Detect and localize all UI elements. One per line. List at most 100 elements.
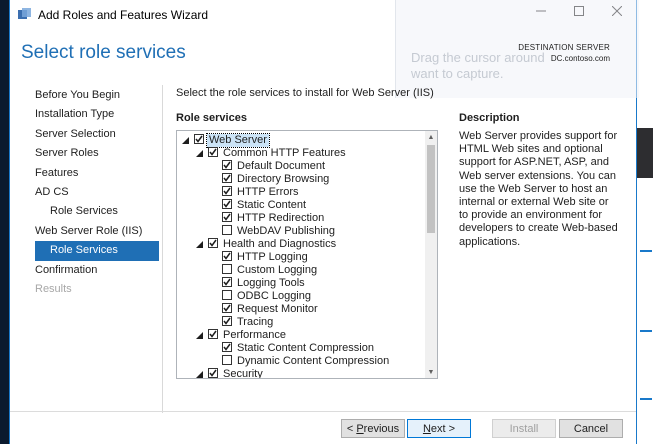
checkmark-icon: [223, 187, 231, 195]
tree-row[interactable]: HTTP Redirection: [177, 212, 425, 225]
tree-item-label: Directory Browsing: [237, 173, 330, 185]
checkmark-icon: [223, 252, 231, 260]
nav-item-role-services-active[interactable]: Role Services: [35, 241, 159, 261]
checkbox[interactable]: [208, 329, 218, 339]
scroll-thumb[interactable]: [427, 145, 435, 233]
nav-item-features[interactable]: Features: [35, 164, 159, 183]
expand-arrow-icon[interactable]: [196, 150, 203, 157]
nav-item-results: Results: [35, 282, 72, 295]
role-services-tree[interactable]: Web Server Common HTTP Features Default Do…: [176, 130, 438, 379]
checkbox[interactable]: [222, 251, 232, 261]
checkmark-icon: [195, 135, 203, 143]
checkmark-icon: [223, 304, 231, 312]
cancel-button[interactable]: Cancel: [559, 419, 623, 438]
tree-item-label: Performance: [223, 329, 286, 341]
tree-item-label: Static Content: [237, 199, 307, 211]
tree-row[interactable]: Logging Tools: [177, 277, 425, 290]
scroll-up-icon[interactable]: ▲: [425, 131, 437, 143]
checkbox[interactable]: [222, 186, 232, 196]
role-services-heading: Role services: [176, 112, 247, 124]
tree-scrollbar[interactable]: ▲ ▼: [425, 131, 437, 378]
nav-item-label: Role Services: [50, 244, 118, 257]
tree-row[interactable]: Performance: [177, 329, 425, 342]
nav-item-adcs-role-services[interactable]: Role Services: [35, 202, 159, 221]
tree-row[interactable]: Default Document: [177, 160, 425, 173]
tree-item-label: Default Document: [237, 160, 326, 172]
description-text: Web Server provides support for HTML Web…: [459, 130, 618, 248]
checkbox[interactable]: [222, 342, 232, 352]
window-title: Add Roles and Features Wizard: [38, 8, 209, 22]
tree-row[interactable]: Security: [177, 368, 425, 378]
checkbox[interactable]: [208, 147, 218, 157]
nav-item-installation-type[interactable]: Installation Type: [35, 105, 159, 124]
nav-divider: [162, 85, 163, 413]
expand-arrow-icon[interactable]: [182, 137, 189, 144]
background-accent-mark: [640, 330, 652, 332]
wizard-window: Add Roles and Features Wizard Drag the c…: [9, 0, 639, 444]
nav-item-confirmation[interactable]: Confirmation: [35, 261, 159, 280]
checkbox[interactable]: [222, 303, 232, 313]
checkbox[interactable]: [222, 264, 232, 274]
checkmark-icon: [223, 174, 231, 182]
instruction-text: Select the role services to install for …: [176, 87, 434, 99]
expand-arrow-icon[interactable]: [196, 371, 203, 378]
tree-item-label: Common HTTP Features: [223, 147, 346, 159]
tree-row[interactable]: Dynamic Content Compression: [177, 355, 425, 368]
checkbox[interactable]: [222, 199, 232, 209]
tree-row[interactable]: Static Content Compression: [177, 342, 425, 355]
tree-list: Web Server Common HTTP Features Default Do…: [177, 133, 425, 378]
wizard-app-icon: [18, 8, 31, 19]
tree-row[interactable]: HTTP Errors: [177, 186, 425, 199]
tree-item-label: Logging Tools: [237, 277, 305, 289]
checkbox[interactable]: [222, 277, 232, 287]
expand-arrow-icon[interactable]: [196, 241, 203, 248]
footer-divider: [10, 411, 636, 412]
tree-row[interactable]: Tracing: [177, 316, 425, 329]
tree-row[interactable]: HTTP Logging: [177, 251, 425, 264]
tree-row[interactable]: Common HTTP Features: [177, 147, 425, 160]
checkbox[interactable]: [222, 316, 232, 326]
checkbox[interactable]: [222, 355, 232, 365]
tree-row[interactable]: Request Monitor: [177, 303, 425, 316]
previous-button[interactable]: < Previous: [341, 419, 405, 438]
nav-item-server-roles[interactable]: Server Roles: [35, 144, 159, 163]
tree-item-label: HTTP Errors: [237, 186, 299, 198]
nav-item-ad-cs[interactable]: AD CS: [35, 183, 159, 202]
checkmark-icon: [223, 343, 231, 351]
scroll-down-icon[interactable]: ▼: [425, 366, 437, 378]
checkbox[interactable]: [208, 368, 218, 378]
nav-item-server-selection[interactable]: Server Selection: [35, 125, 159, 144]
next-rest: ext >: [430, 422, 456, 435]
expand-arrow-icon[interactable]: [196, 332, 203, 339]
checkbox[interactable]: [222, 290, 232, 300]
tree-item-label: Dynamic Content Compression: [237, 355, 390, 367]
checkbox[interactable]: [222, 160, 232, 170]
destination-server-name: DC.contoso.com: [550, 54, 610, 63]
checkbox[interactable]: [222, 212, 232, 222]
next-hotkey: N: [422, 422, 431, 435]
checkmark-icon: [209, 330, 217, 338]
checkbox[interactable]: [194, 134, 204, 144]
tree-item-label: Web Server: [206, 133, 270, 148]
nav-item-before-you-begin[interactable]: Before You Begin: [35, 86, 159, 105]
checkbox[interactable]: [208, 238, 218, 248]
tree-row[interactable]: WebDAV Publishing: [177, 225, 425, 238]
checkbox[interactable]: [222, 173, 232, 183]
background-accent-mark: [640, 398, 652, 400]
tree-item-label: WebDAV Publishing: [237, 225, 336, 237]
tree-row[interactable]: Web Server: [177, 133, 425, 148]
tree-row[interactable]: Custom Logging: [177, 264, 425, 277]
tree-row[interactable]: ODBC Logging: [177, 290, 425, 303]
nav-item-web-server-role[interactable]: Web Server Role (IIS): [35, 222, 159, 241]
tree-item-label: Tracing: [237, 316, 274, 328]
previous-rest: revious: [363, 422, 400, 435]
tree-row[interactable]: Health and Diagnostics: [177, 238, 425, 251]
next-button[interactable]: Next >: [407, 419, 471, 438]
checkmark-icon: [209, 239, 217, 247]
checkbox[interactable]: [222, 225, 232, 235]
install-button: Install: [492, 419, 556, 438]
tree-row[interactable]: Directory Browsing: [177, 173, 425, 186]
destination-label: DESTINATION SERVER: [518, 43, 610, 52]
tree-row[interactable]: Static Content: [177, 199, 425, 212]
tree-item-label: Custom Logging: [237, 264, 318, 276]
